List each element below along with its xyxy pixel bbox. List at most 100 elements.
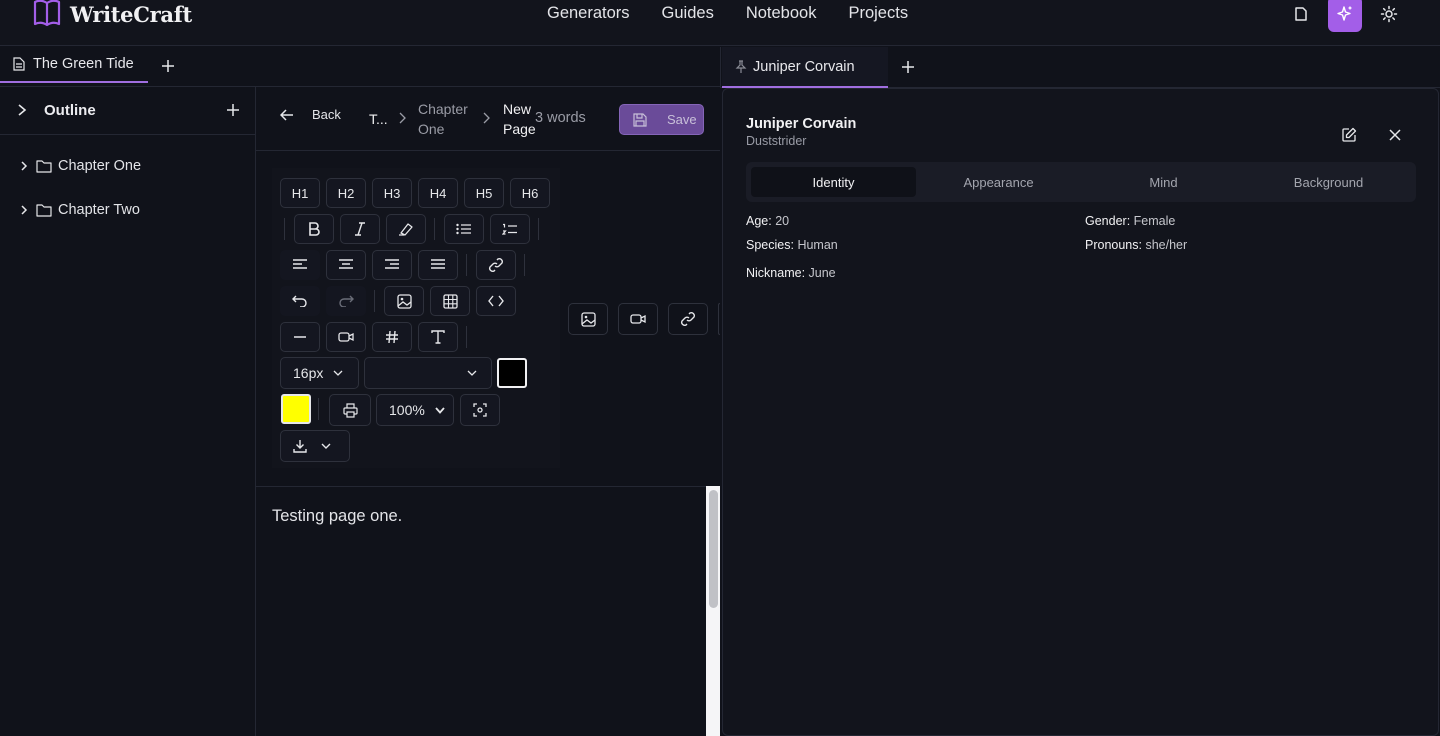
document-tab-label: The Green Tide [33,56,134,72]
float-link-button[interactable] [668,303,708,335]
app-logo[interactable]: WriteCraft [32,0,192,28]
editor-scrollbar-thumb[interactable] [709,490,718,608]
link-icon [680,311,696,327]
hashtag-button[interactable] [372,322,412,352]
insert-table-button[interactable] [430,286,470,316]
add-tab-button[interactable] [897,56,919,78]
character-tab[interactable]: Juniper Corvain [722,47,888,88]
breadcrumb-page-line1: New [503,101,532,117]
zoom-value: 100% [389,402,425,418]
document-icon [13,57,25,71]
italic-button[interactable] [340,214,380,244]
breadcrumb-project[interactable]: T... [369,109,388,129]
field-age: Age: 20 [746,214,789,228]
chevron-down-icon [321,443,331,449]
toolbar-divider [466,254,467,276]
heading-6-label: H6 [521,185,539,201]
print-button[interactable] [329,394,371,426]
text-type-icon [431,330,445,344]
heading-2-button[interactable]: H2 [326,178,366,208]
back-button[interactable]: Back [280,107,341,122]
nav-notebook[interactable]: Notebook [746,4,817,23]
sun-icon[interactable] [1372,0,1406,32]
editor-paragraph[interactable]: Testing page one. [272,507,402,526]
bullet-list-button[interactable] [444,214,484,244]
character-name: Juniper Corvain [746,116,857,132]
sparkles-icon[interactable] [1328,0,1362,32]
code-button[interactable] [476,286,516,316]
heading-1-button[interactable]: H1 [280,178,320,208]
highlight-color-swatch[interactable] [281,394,311,424]
toolbar-divider [374,290,375,312]
tab-identity[interactable]: Identity [751,167,916,197]
scan-focus-icon [473,403,487,417]
editor-content-area[interactable]: Testing page one. [256,486,706,736]
nav-guides[interactable]: Guides [662,4,714,23]
document-tab-bar: The Green Tide [0,47,720,87]
horizontal-rule-button[interactable] [280,322,320,352]
heading-5-button[interactable]: H5 [464,178,504,208]
highlighter-button[interactable] [386,214,426,244]
align-justify-icon [431,259,445,271]
align-justify-button[interactable] [418,250,458,280]
text-color-swatch[interactable] [497,358,527,388]
edit-icon[interactable] [1339,125,1359,145]
tree-item-label: Chapter One [58,158,142,174]
breadcrumb-page-line2: Page [503,121,536,137]
align-left-button[interactable] [280,250,320,280]
field-nickname: Nickname: June [746,266,836,280]
insert-video-button[interactable] [326,322,366,352]
bold-icon [308,222,320,236]
field-nickname-label: Nickname: [746,266,806,280]
video-icon [338,331,354,343]
add-tab-button[interactable] [157,55,179,77]
word-count: 3 words [535,110,586,126]
bullet-list-icon [456,223,472,235]
chevron-right-icon[interactable] [16,103,28,117]
document-tab[interactable]: The Green Tide [0,47,148,83]
heading-4-button[interactable]: H4 [418,178,458,208]
tree-item-chapter-two[interactable]: Chapter Two [18,198,140,222]
nav-projects[interactable]: Projects [848,4,908,23]
zoom-select[interactable]: 100% [376,394,454,426]
insert-image-button[interactable] [384,286,424,316]
save-icon [633,112,647,127]
link-button[interactable] [476,250,516,280]
italic-icon [354,222,366,236]
character-subtitle: Duststrider [746,134,807,148]
folder-icon [36,203,52,217]
breadcrumb-chapter[interactable]: Chapter One [418,99,468,139]
field-gender-label: Gender: [1085,214,1131,228]
save-button[interactable]: Save [619,104,704,135]
ordered-list-button[interactable] [490,214,530,244]
editor-header: Back T... Chapter One New Page 3 words S… [256,87,720,151]
export-button[interactable] [280,430,350,462]
close-icon[interactable] [1385,125,1405,145]
heading-3-button[interactable]: H3 [372,178,412,208]
align-right-button[interactable] [372,250,412,280]
undo-button[interactable] [280,286,320,316]
file-icon[interactable] [1284,0,1318,32]
align-center-button[interactable] [326,250,366,280]
tab-background[interactable]: Background [1246,167,1411,197]
focus-mode-button[interactable] [460,394,500,426]
font-family-select[interactable] [364,357,492,389]
tab-appearance[interactable]: Appearance [916,167,1081,197]
tab-mind[interactable]: Mind [1081,167,1246,197]
font-size-select[interactable]: 16px [280,357,359,389]
nav-generators[interactable]: Generators [547,4,630,23]
redo-button[interactable] [326,286,366,316]
float-video-button[interactable] [618,303,658,335]
pin-icon[interactable] [735,59,747,74]
add-outline-item-icon[interactable] [226,103,240,117]
font-size-value: 16px [293,365,324,381]
tree-item-chapter-one[interactable]: Chapter One [18,154,141,178]
chevron-right-icon[interactable] [18,204,30,216]
bold-button[interactable] [294,214,334,244]
float-image-button[interactable] [568,303,608,335]
heading-6-button[interactable]: H6 [510,178,550,208]
text-style-button[interactable] [418,322,458,352]
top-navigation: WriteCraft Generators Guides Notebook Pr… [0,0,1440,46]
chevron-right-icon[interactable] [18,160,30,172]
back-label: Back [312,107,341,122]
